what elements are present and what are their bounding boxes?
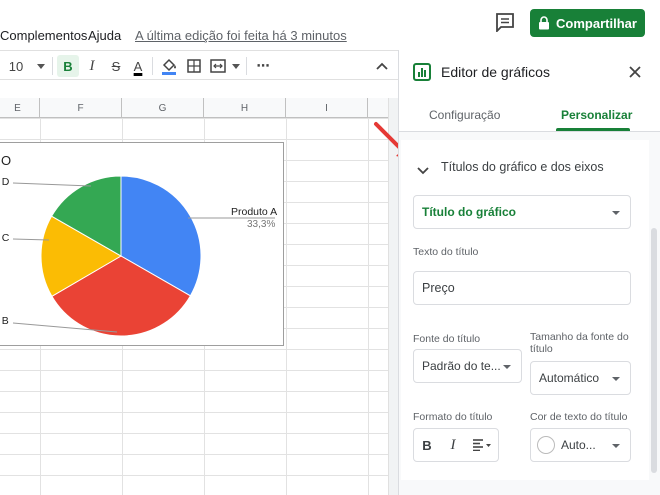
customize-panel: Títulos do gráfico e dos eixos Título do…: [399, 132, 660, 495]
text-color-value: Auto...: [561, 438, 596, 452]
lock-icon: [539, 16, 550, 30]
section-header-titles[interactable]: Títulos do gráfico e dos eixos: [441, 160, 604, 174]
collapse-toolbar-icon[interactable]: [372, 55, 392, 77]
font-size-caret-icon: [612, 377, 620, 381]
title-type-select[interactable]: Título do gráfico: [413, 195, 631, 229]
title-bold-button[interactable]: B: [414, 430, 440, 460]
merge-cells-icon[interactable]: [208, 55, 228, 77]
format-buttons: B I: [413, 428, 499, 462]
label-produto-d: o D: [0, 176, 10, 188]
label-produto-c: o C: [0, 232, 10, 244]
strikethrough-button[interactable]: S: [106, 55, 126, 77]
tab-configuracao[interactable]: Configuração: [429, 108, 500, 122]
title-italic-button[interactable]: I: [440, 430, 466, 460]
italic-button[interactable]: I: [82, 55, 102, 77]
active-tab-indicator: [556, 128, 630, 131]
comment-icon[interactable]: [494, 12, 520, 34]
font-select[interactable]: Padrão do te...: [413, 349, 522, 383]
label-produto-b: o B: [0, 315, 9, 327]
sidebar-scrollbar[interactable]: [651, 228, 657, 473]
pie-chart-svg: O Produto A 33,3% o D o C o B: [0, 153, 277, 337]
title-text-label: Texto do título: [413, 246, 479, 258]
menu-ajuda[interactable]: Ajuda: [88, 28, 121, 43]
text-color-select[interactable]: Auto...: [530, 428, 631, 462]
close-icon[interactable]: [629, 65, 641, 83]
col-header-g[interactable]: G: [122, 98, 204, 118]
color-swatch: [537, 436, 555, 454]
title-text-input[interactable]: Preço: [413, 271, 631, 305]
font-size-field[interactable]: 10: [6, 55, 26, 77]
sidebar-tabs: Configuração Personalizar: [399, 94, 660, 132]
font-label: Fonte do título: [413, 333, 481, 345]
tab-personalizar[interactable]: Personalizar: [561, 108, 632, 122]
align-icon[interactable]: [466, 430, 498, 460]
borders-icon[interactable]: [184, 55, 204, 77]
text-color-button[interactable]: A: [128, 55, 148, 77]
column-headers: E F G H I: [0, 98, 398, 118]
title-type-caret-icon: [612, 211, 620, 215]
toolbar: 10 B I S A ⋯: [0, 50, 398, 80]
more-options-button[interactable]: ⋯: [252, 55, 274, 77]
bold-button[interactable]: B: [57, 55, 79, 77]
font-value: Padrão do te...: [422, 359, 501, 373]
data-label-produto-a: 33,3%: [247, 219, 275, 230]
title-type-value: Título do gráfico: [422, 205, 516, 219]
font-size-label: Tamanho da fonte do título: [530, 331, 629, 355]
share-button[interactable]: Compartilhar: [530, 9, 645, 37]
fill-color-icon[interactable]: [158, 55, 180, 77]
chart-title: O: [1, 153, 11, 168]
font-caret-icon: [503, 365, 511, 369]
share-button-label: Compartilhar: [556, 15, 637, 31]
label-produto-a: Produto A: [231, 206, 277, 218]
sidebar-title: Editor de gráficos: [441, 64, 550, 80]
font-size-select[interactable]: Automático: [530, 361, 631, 395]
col-header-i[interactable]: I: [286, 98, 368, 118]
last-edit-link[interactable]: A última edição foi feita há 3 minutos: [135, 28, 347, 43]
col-header-f[interactable]: F: [40, 98, 122, 118]
text-color-caret-icon: [612, 444, 620, 448]
chevron-down-icon[interactable]: [417, 162, 429, 180]
chart-icon: [413, 63, 431, 86]
font-size-dropdown-icon[interactable]: [34, 55, 48, 77]
chart-editor-sidebar: Editor de gráficos Configuração Personal…: [398, 50, 660, 495]
format-label: Formato do título: [413, 411, 493, 423]
title-text-value: Preço: [422, 281, 455, 295]
merge-dropdown-icon[interactable]: [230, 55, 242, 77]
menu-bar: Complementos Ajuda A última edição foi f…: [0, 0, 660, 50]
pie-chart[interactable]: O Produto A 33,3% o D o C o B: [0, 142, 284, 346]
col-header-h[interactable]: H: [204, 98, 286, 118]
col-header-e[interactable]: E: [0, 98, 40, 118]
font-size-value: Automático: [539, 371, 600, 385]
menu-complementos[interactable]: Complementos: [0, 28, 87, 43]
text-color-label: Cor de texto do título: [530, 411, 628, 423]
